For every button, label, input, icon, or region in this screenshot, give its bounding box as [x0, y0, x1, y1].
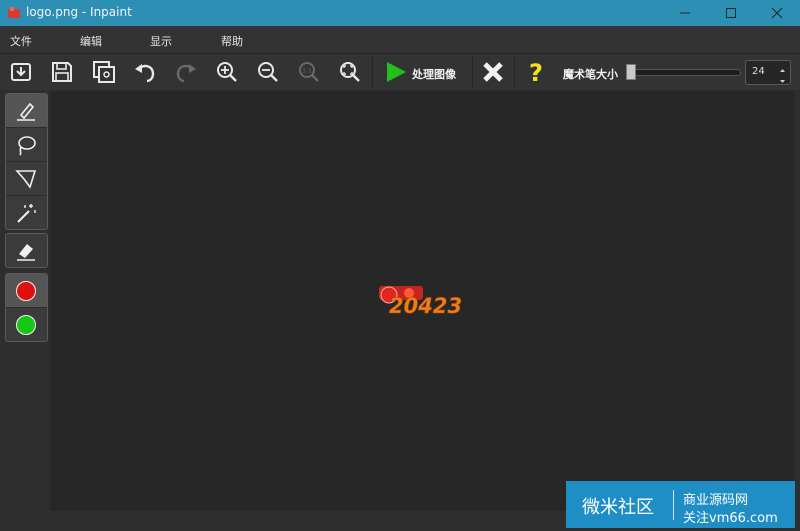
play-icon: [387, 62, 406, 82]
undo-button[interactable]: [129, 58, 161, 86]
zoom-out-icon: [258, 62, 278, 82]
process-image-label: 处理图像: [412, 68, 456, 81]
close-window-button[interactable]: [754, 0, 800, 26]
menu-bar: 文件 编辑 显示 帮助: [0, 26, 800, 54]
magic-wand-tool-button[interactable]: [6, 196, 47, 229]
maximize-button[interactable]: [708, 0, 754, 26]
red-marker-button[interactable]: [6, 274, 47, 308]
eraser-tool-button[interactable]: [6, 234, 47, 267]
undo-icon: [135, 64, 155, 83]
magic-wand-icon: [17, 204, 36, 223]
menu-help[interactable]: 帮助: [221, 33, 243, 49]
title-bar: logo.png - Inpaint: [0, 0, 800, 26]
tool-sidebar: [0, 90, 50, 531]
toolbar-separator: [372, 56, 373, 88]
zoom-out-button[interactable]: [252, 58, 284, 86]
marker-tool-button[interactable]: [6, 94, 47, 128]
zoom-actual-glyph: 1:1: [302, 68, 312, 75]
zoom-actual-icon: 1:1: [299, 62, 319, 82]
zoom-in-icon: [217, 62, 237, 82]
watermark-sub-text: 商业源码网: [683, 493, 749, 508]
help-button[interactable]: ?: [520, 58, 552, 86]
minimize-icon: [680, 12, 690, 14]
toolbar-separator: [514, 56, 515, 88]
spin-down-button[interactable]: [776, 72, 789, 83]
menu-edit[interactable]: 编辑: [80, 33, 102, 49]
lasso-tool-button[interactable]: [6, 128, 47, 162]
green-marker-icon: [16, 315, 36, 335]
brush-size-slider[interactable]: [631, 69, 741, 76]
redo-icon: [176, 64, 196, 83]
save-icon: [52, 62, 72, 82]
menu-file[interactable]: 文件: [10, 33, 32, 49]
vertical-scroll-area: [795, 91, 800, 531]
save-as-button[interactable]: [88, 58, 120, 86]
image-logo-text: 20423: [389, 294, 462, 316]
open-icon: [11, 63, 31, 81]
brush-size-value[interactable]: 24: [752, 66, 765, 77]
maximize-icon: [726, 8, 736, 18]
window-title: logo.png - Inpaint: [26, 5, 132, 19]
red-marker-icon: [16, 281, 36, 301]
marker-color-group: [5, 273, 48, 342]
brush-size-slider-handle[interactable]: [626, 64, 636, 80]
watermark-sub-text-2: 关注vm66.com: [683, 511, 778, 526]
redo-button[interactable]: [170, 58, 202, 86]
zoom-actual-button[interactable]: 1:1: [293, 58, 325, 86]
marker-icon: [17, 102, 35, 121]
green-marker-button[interactable]: [6, 308, 47, 341]
save-button[interactable]: [46, 58, 78, 86]
app-icon: [8, 7, 20, 18]
brush-size-label: 魔术笔大小: [563, 68, 618, 81]
cross-icon: [483, 62, 503, 82]
svg-text:?: ?: [529, 60, 543, 84]
cancel-button[interactable]: [477, 58, 509, 86]
polygon-lasso-icon: [15, 170, 37, 189]
open-button[interactable]: [5, 58, 37, 86]
fit-window-button[interactable]: [334, 58, 366, 86]
eraser-icon: [17, 244, 35, 261]
watermark-banner: 微米社区 商业源码网 关注vm66.com: [566, 481, 795, 528]
watermark-main-text: 微米社区: [582, 497, 654, 518]
selection-tool-group: [5, 93, 48, 230]
lasso-icon: [18, 136, 36, 156]
polygon-lasso-tool-button[interactable]: [6, 162, 47, 196]
spin-up-button[interactable]: [776, 61, 789, 72]
minimize-button[interactable]: [662, 0, 708, 26]
watermark-divider: [673, 490, 674, 520]
brush-size-spinbox[interactable]: 24: [745, 60, 791, 85]
eraser-tool-group: [5, 233, 48, 268]
chevron-down-icon: [780, 80, 785, 83]
help-icon: ?: [529, 60, 543, 84]
close-icon: [771, 7, 783, 19]
save-as-icon: [93, 61, 115, 83]
zoom-in-button[interactable]: [211, 58, 243, 86]
toolbar-separator: [472, 56, 473, 88]
fit-icon: [340, 62, 360, 82]
menu-view[interactable]: 显示: [150, 33, 172, 49]
image-logo: 20423: [379, 286, 462, 316]
